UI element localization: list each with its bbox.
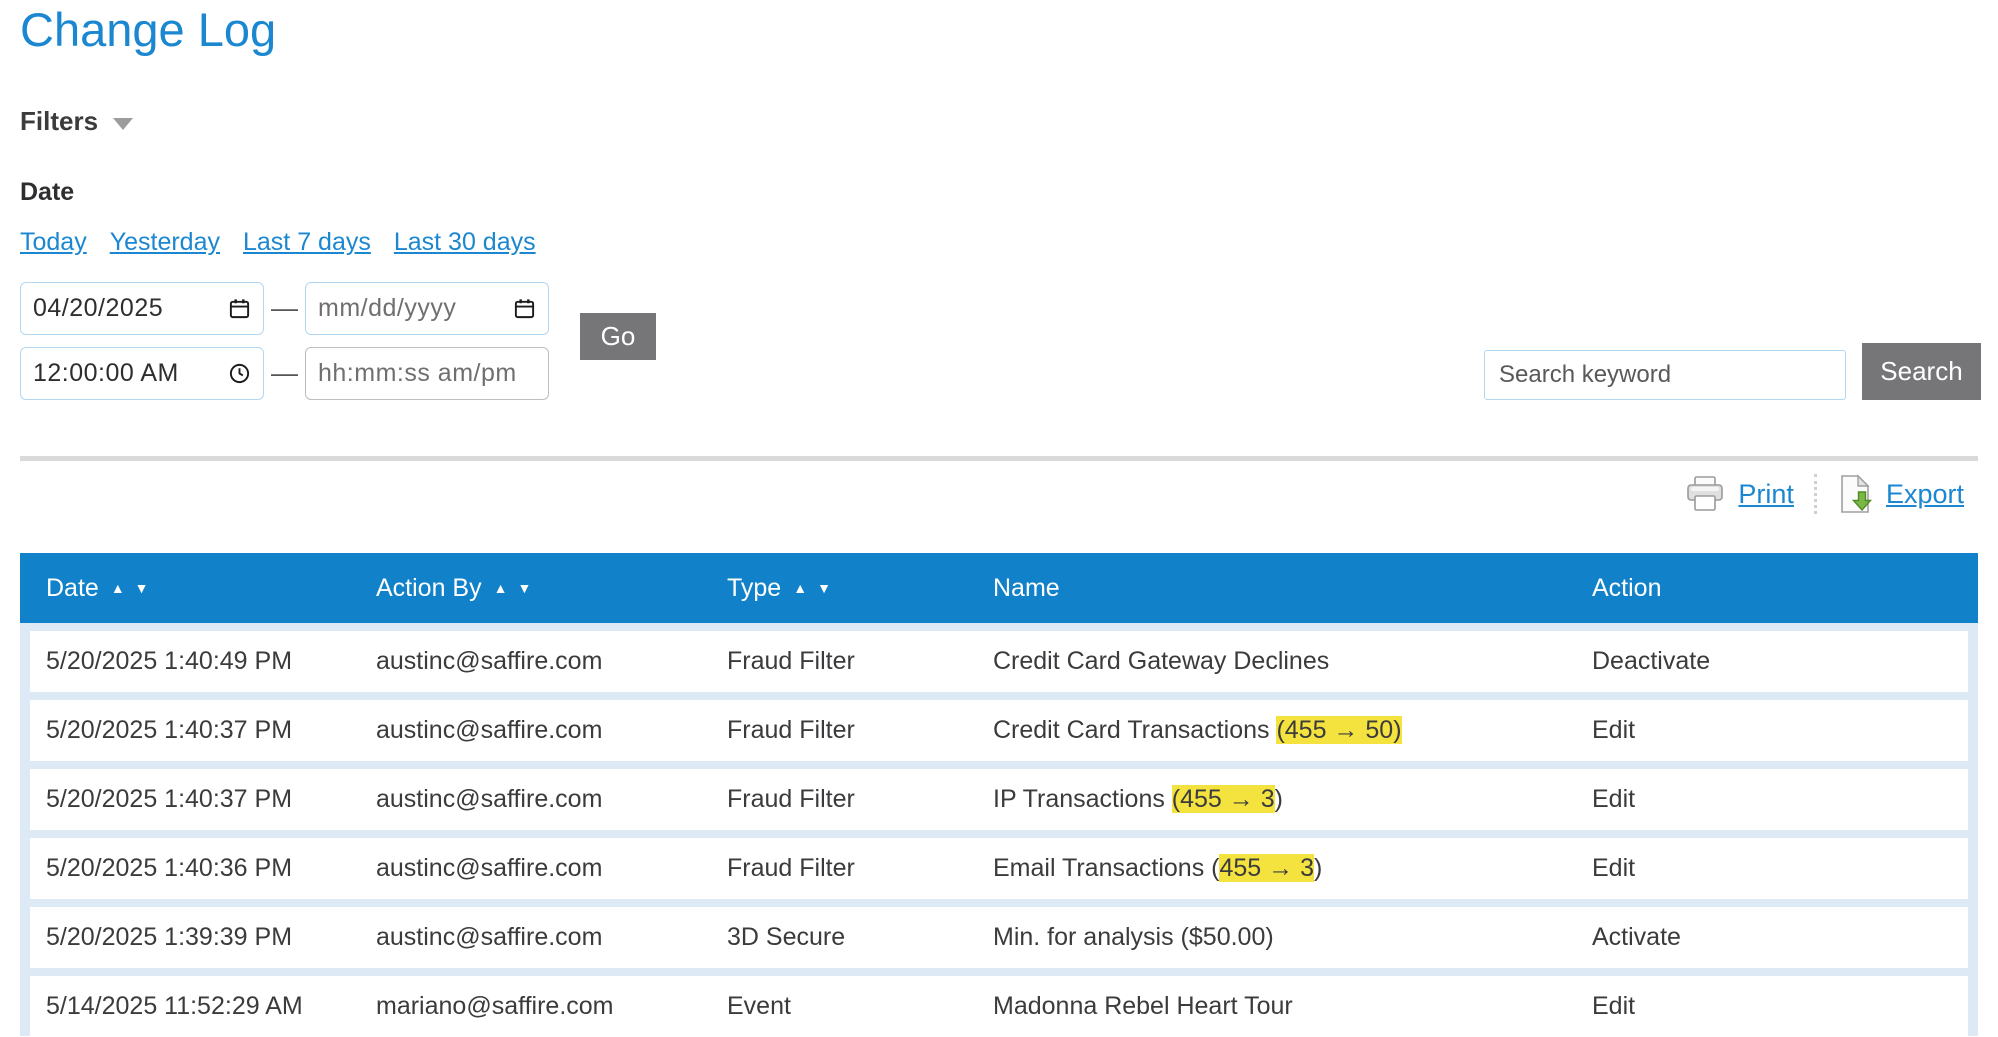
export-icon[interactable] [1837, 474, 1873, 514]
table-header-row: Date ▲ ▼ Action By ▲ ▼ Type ▲ ▼ Name Action [20, 553, 1978, 623]
table-row: 5/20/2025 1:39:39 PM austinc@saffire.com… [30, 907, 1968, 968]
cell-action: Deactivate [1592, 647, 1711, 675]
date-from-field[interactable] [20, 282, 264, 335]
cell-action-by: austinc@saffire.com [376, 923, 603, 951]
date-quick-links: Today Yesterday Last 7 days Last 30 days [20, 228, 536, 257]
time-to-field[interactable] [305, 347, 549, 400]
cell-action: Edit [1592, 992, 1636, 1020]
date-from-input[interactable] [33, 294, 220, 323]
column-header-action-by[interactable]: Action By ▲ ▼ [376, 574, 727, 603]
table-row: 5/20/2025 1:40:36 PM austinc@saffire.com… [30, 838, 1968, 899]
link-yesterday[interactable]: Yesterday [110, 228, 220, 257]
sort-asc-icon[interactable]: ▲ [793, 581, 807, 595]
cell-action: Edit [1592, 785, 1636, 813]
chevron-down-icon [113, 117, 134, 130]
clock-icon[interactable] [228, 362, 251, 385]
cell-type: Fraud Filter [727, 716, 855, 744]
range-separator: — [271, 358, 298, 388]
sort-desc-icon[interactable]: ▼ [817, 581, 831, 595]
time-to-input[interactable] [318, 359, 536, 388]
column-header-action: Action [1592, 573, 1662, 602]
sort-asc-icon[interactable]: ▲ [494, 581, 508, 595]
cell-action: Edit [1592, 716, 1636, 744]
cell-date: 5/20/2025 1:40:37 PM [46, 785, 293, 813]
cell-name: Email Transactions (455 → 3) [993, 854, 1323, 882]
cell-action-by: austinc@saffire.com [376, 647, 603, 675]
link-today[interactable]: Today [20, 228, 87, 257]
sort-desc-icon[interactable]: ▼ [517, 581, 531, 595]
column-header-type[interactable]: Type ▲ ▼ [727, 574, 993, 603]
cell-type: 3D Secure [727, 923, 846, 951]
cell-action-by: austinc@saffire.com [376, 854, 603, 882]
calendar-icon[interactable] [228, 297, 251, 320]
cell-action-by: mariano@saffire.com [376, 992, 614, 1020]
table-row: 5/20/2025 1:40:49 PM austinc@saffire.com… [30, 631, 1968, 692]
date-range-row: — [20, 282, 549, 335]
highlighted-change: (455 → 3 [1171, 785, 1275, 813]
cell-name: Credit Card Gateway Declines [993, 647, 1330, 675]
change-log-table: Date ▲ ▼ Action By ▲ ▼ Type ▲ ▼ Name Action… [20, 553, 1978, 1037]
link-last-30-days[interactable]: Last 30 days [394, 228, 536, 257]
cell-action: Edit [1592, 854, 1636, 882]
cell-date: 5/20/2025 1:39:39 PM [46, 923, 293, 951]
print-link[interactable]: Print [1738, 479, 1794, 510]
cell-action-by: austinc@saffire.com [376, 785, 603, 813]
cell-type: Event [727, 992, 791, 1020]
table-row: 5/20/2025 1:40:37 PM austinc@saffire.com… [30, 700, 1968, 761]
highlighted-change: 455 → 3 [1219, 854, 1314, 882]
link-last-7-days[interactable]: Last 7 days [243, 228, 371, 257]
filters-toggle[interactable]: Filters [20, 106, 134, 137]
cell-name: Min. for analysis ($50.00) [993, 923, 1274, 951]
date-to-input[interactable] [318, 294, 505, 323]
sort-asc-icon[interactable]: ▲ [111, 581, 125, 595]
cell-type: Fraud Filter [727, 785, 855, 813]
printer-icon[interactable] [1685, 475, 1725, 513]
time-range-row: — [20, 347, 549, 400]
cell-type: Fraud Filter [727, 854, 855, 882]
search-input[interactable] [1484, 350, 1846, 400]
cell-action-by: austinc@saffire.com [376, 716, 603, 744]
date-to-field[interactable] [305, 282, 549, 335]
cell-date: 5/20/2025 1:40:36 PM [46, 854, 293, 882]
range-separator: — [271, 293, 298, 323]
search-button[interactable]: Search [1862, 343, 1981, 400]
table-row: 5/20/2025 1:40:37 PM austinc@saffire.com… [30, 769, 1968, 830]
cell-type: Fraud Filter [727, 647, 855, 675]
column-header-name: Name [993, 573, 1060, 602]
table-row: 5/14/2025 11:52:29 AM mariano@saffire.co… [30, 976, 1968, 1037]
cell-action: Activate [1592, 923, 1681, 951]
table-body: 5/20/2025 1:40:49 PM austinc@saffire.com… [20, 623, 1978, 1037]
toolbar-separator [1813, 474, 1817, 514]
export-link[interactable]: Export [1886, 479, 1964, 510]
time-from-input[interactable] [33, 359, 220, 388]
date-filter-label: Date [20, 178, 75, 206]
go-button[interactable]: Go [580, 313, 656, 360]
calendar-icon[interactable] [513, 297, 536, 320]
cell-name: Credit Card Transactions (455 → 50) [993, 716, 1402, 744]
cell-date: 5/14/2025 11:52:29 AM [46, 992, 303, 1020]
cell-name: Madonna Rebel Heart Tour [993, 992, 1293, 1020]
filters-label: Filters [20, 106, 99, 136]
section-divider [20, 456, 1978, 461]
column-header-date[interactable]: Date ▲ ▼ [46, 574, 376, 603]
sort-desc-icon[interactable]: ▼ [135, 581, 149, 595]
page-title: Change Log [20, 3, 277, 56]
print-export-toolbar: Print Export [1685, 474, 1964, 514]
cell-date: 5/20/2025 1:40:49 PM [46, 647, 293, 675]
time-from-field[interactable] [20, 347, 264, 400]
cell-date: 5/20/2025 1:40:37 PM [46, 716, 293, 744]
cell-name: IP Transactions (455 → 3) [993, 785, 1283, 813]
highlighted-change: (455 → 50) [1276, 716, 1402, 744]
